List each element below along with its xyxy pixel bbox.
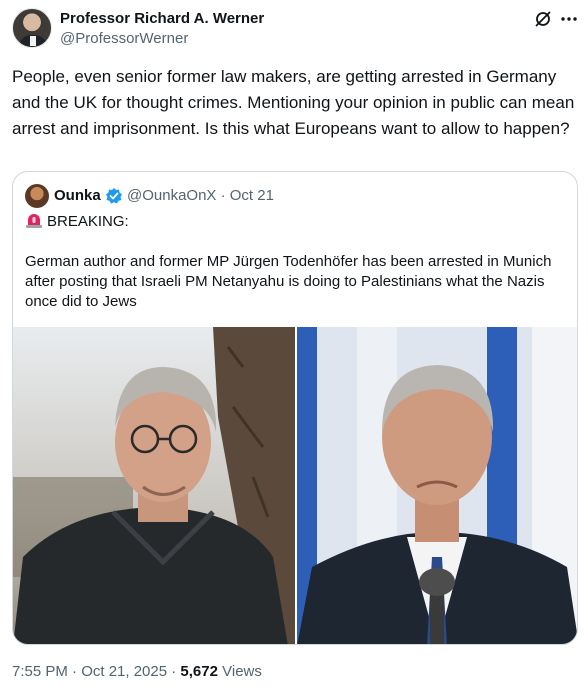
author-name[interactable]: Professor Richard A. Werner (60, 10, 264, 28)
views-count[interactable]: 5,672 (180, 663, 218, 680)
author-avatar[interactable] (12, 8, 52, 48)
verified-badge-icon (105, 187, 123, 205)
grok-icon[interactable] (532, 8, 554, 30)
tweet: Professor Richard A. Werner @ProfessorWe… (0, 0, 588, 695)
quoted-handle-date[interactable]: @OunkaOnX · Oct 21 (127, 187, 274, 205)
author-handle[interactable]: @ProfessorWerner (60, 30, 188, 48)
quoted-media[interactable] (13, 327, 577, 644)
quoted-tweet[interactable]: Ounka @OunkaOnX · Oct 21 BREAKING: Germa… (12, 171, 578, 645)
tweet-text: People, even senior former law makers, a… (12, 67, 575, 138)
photo-todenhoefer[interactable] (13, 327, 295, 644)
tweet-meta: 7:55 PM · Oct 21, 2025 · 5,672 Views (12, 662, 262, 682)
tweet-timestamp[interactable]: 7:55 PM · Oct 21, 2025 · (12, 663, 180, 680)
quoted-headline-line: BREAKING: (25, 212, 129, 232)
quoted-author-name[interactable]: Ounka (54, 187, 101, 205)
rotating-light-icon (25, 212, 43, 228)
views-label: Views (217, 663, 262, 680)
quoted-text: German author and former MP Jürgen Toden… (25, 253, 552, 310)
photo-netanyahu[interactable] (297, 327, 577, 644)
quoted-author-avatar[interactable] (25, 184, 49, 208)
more-options-icon[interactable] (558, 8, 580, 30)
quoted-headline: BREAKING: (47, 213, 129, 230)
